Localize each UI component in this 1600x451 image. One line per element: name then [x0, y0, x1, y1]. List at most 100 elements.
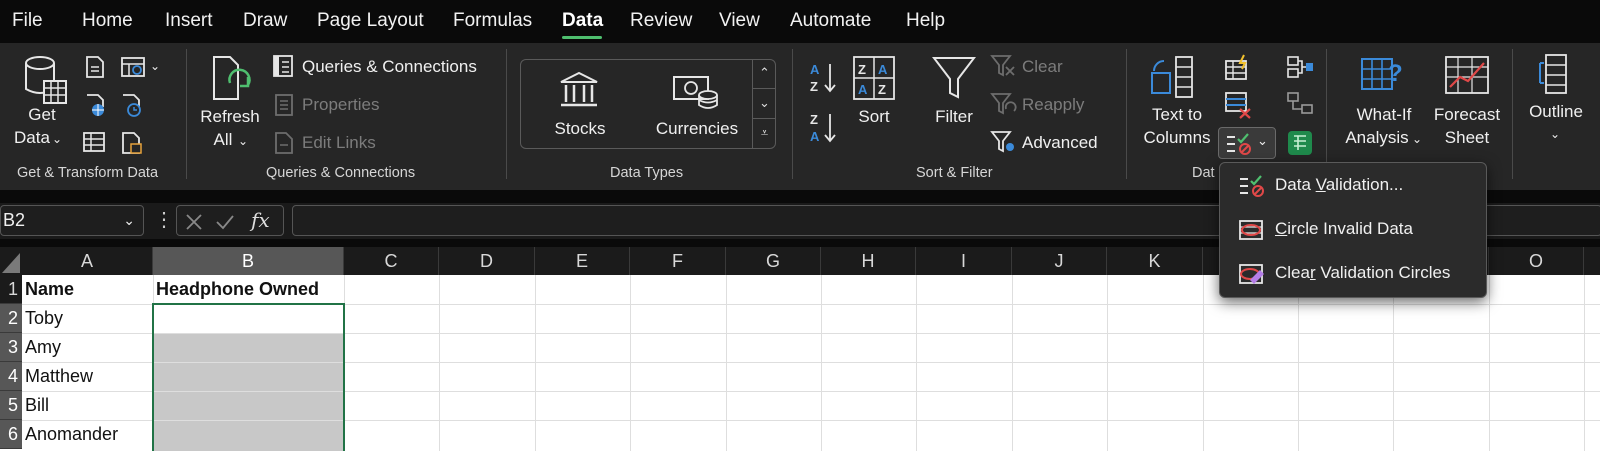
cell-a5[interactable]: Bill [22, 391, 49, 419]
sort-icon[interactable]: Z A A Z [852, 55, 896, 101]
from-table-icon[interactable] [82, 131, 106, 153]
column-header-e[interactable]: E [535, 247, 630, 275]
select-all-corner[interactable] [0, 247, 22, 275]
column-header-o[interactable]: O [1489, 247, 1584, 275]
remove-duplicates-icon[interactable] [1224, 91, 1252, 119]
row-header-6[interactable]: 6 [0, 420, 22, 449]
cell-b1[interactable]: Headphone Owned [153, 275, 319, 303]
menu-view[interactable]: View [719, 10, 760, 32]
text-to-columns-icon[interactable] [1150, 55, 1198, 99]
column-header-f[interactable]: F [630, 247, 726, 275]
advanced-filter-icon[interactable] [990, 129, 1018, 155]
database-icon[interactable] [22, 55, 70, 107]
existing-connections-icon[interactable] [120, 131, 144, 155]
gallery-scroll-up[interactable]: ⌃ [752, 59, 776, 89]
chevron-down-icon[interactable]: ⌄ [1412, 128, 1422, 151]
from-text-icon[interactable] [84, 55, 106, 79]
menu-formulas[interactable]: Formulas [453, 10, 532, 32]
from-web-icon[interactable] [84, 93, 108, 117]
what-if-analysis-label-2[interactable]: Analysis [1342, 126, 1412, 149]
column-header-i[interactable]: I [916, 247, 1012, 275]
stocks-icon[interactable] [558, 70, 600, 110]
stocks-button[interactable]: Stocks [552, 117, 608, 140]
chevron-down-icon[interactable]: ⌄ [150, 55, 160, 78]
menu-item-circle-invalid-data[interactable]: Circle Invalid Data [1220, 211, 1486, 251]
name-box[interactable]: B2 ⌄ [0, 205, 144, 236]
refresh-all-label[interactable]: Refresh [200, 105, 260, 128]
column-header-g[interactable]: G [726, 247, 821, 275]
forecast-sheet-label-2[interactable]: Sheet [1444, 126, 1490, 149]
menu-home[interactable]: Home [82, 10, 133, 32]
queries-connections-button[interactable]: Queries & Connections [302, 55, 477, 78]
flash-fill-icon[interactable] [1224, 53, 1252, 81]
data-validation-button[interactable]: ⌄ [1218, 127, 1276, 159]
column-header-c[interactable]: C [344, 247, 439, 275]
menu-file[interactable]: File [12, 10, 43, 32]
relationships-icon[interactable] [1286, 91, 1314, 117]
recent-sources-icon[interactable] [120, 93, 144, 117]
refresh-all-label-2[interactable]: All [210, 128, 236, 151]
row-header-2[interactable]: 2 [0, 304, 22, 333]
menu-data[interactable]: Data [562, 10, 603, 32]
row-header-4[interactable]: 4 [0, 362, 22, 391]
outline-button[interactable]: Outline [1524, 100, 1588, 123]
cell-a3[interactable]: Amy [22, 333, 61, 361]
cancel-icon[interactable] [185, 213, 203, 231]
sort-a-z-icon[interactable]: A Z [808, 61, 838, 95]
cell-a4[interactable]: Matthew [22, 362, 93, 390]
sort-button[interactable]: Sort [852, 105, 896, 128]
gallery-more[interactable]: ⩡ [752, 119, 776, 149]
menu-automate[interactable]: Automate [790, 10, 871, 32]
menu-insert[interactable]: Insert [165, 10, 213, 32]
column-header-j[interactable]: J [1012, 247, 1107, 275]
chevron-down-icon[interactable]: ⌄ [1257, 133, 1268, 149]
insert-function-icon[interactable]: fx [251, 208, 270, 232]
cell-a1[interactable]: Name [22, 275, 74, 303]
advanced-button[interactable]: Advanced [1022, 131, 1098, 154]
menu-item-data-validation[interactable]: Data Validation... [1220, 167, 1486, 207]
outline-icon[interactable] [1536, 53, 1576, 95]
refresh-icon[interactable] [208, 55, 254, 105]
chevron-down-icon[interactable]: ⌄ [52, 128, 62, 151]
menu-draw[interactable]: Draw [243, 10, 287, 32]
column-header-a[interactable]: A [22, 247, 153, 275]
text-to-columns-label-2[interactable]: Columns [1140, 126, 1214, 149]
forecast-sheet-label[interactable]: Forecast [1432, 103, 1502, 126]
get-data-label[interactable]: Get [20, 103, 64, 126]
text-to-columns-label[interactable]: Text to [1146, 103, 1208, 126]
filter-button[interactable]: Filter [926, 105, 982, 128]
queries-connections-icon[interactable] [272, 54, 294, 78]
data-model-icon[interactable] [1286, 129, 1314, 157]
menu-item-clear-validation-circles[interactable]: Clear Validation Circles [1220, 255, 1486, 295]
enter-icon[interactable] [215, 213, 235, 231]
gallery-scroll-down[interactable]: ⌄ [752, 89, 776, 119]
row-header-1[interactable]: 1 [0, 275, 22, 304]
recent-sources-table-icon[interactable] [120, 55, 146, 79]
get-data-label-2[interactable]: Data [14, 126, 50, 149]
cell-a2[interactable]: Toby [22, 304, 63, 332]
what-if-analysis-icon[interactable]: ? [1360, 55, 1406, 95]
row-header-5[interactable]: 5 [0, 391, 22, 420]
column-header-h[interactable]: H [821, 247, 916, 275]
sort-z-a-icon[interactable]: Z A [808, 111, 838, 145]
more-options-icon[interactable]: ⋮ [154, 207, 174, 232]
cell-a6[interactable]: Anomander [22, 420, 118, 448]
what-if-analysis-label[interactable]: What-If [1350, 103, 1418, 126]
column-header-k[interactable]: K [1107, 247, 1203, 275]
menu-review[interactable]: Review [630, 10, 692, 32]
gridline [1012, 275, 1013, 451]
currencies-icon[interactable] [672, 71, 720, 111]
forecast-sheet-icon[interactable] [1444, 55, 1490, 95]
group-label-sort-filter: Sort & Filter [916, 165, 993, 181]
chevron-down-icon[interactable]: ⌄ [1550, 123, 1560, 146]
row-header-3[interactable]: 3 [0, 333, 22, 362]
menu-help[interactable]: Help [906, 10, 945, 32]
chevron-down-icon[interactable]: ⌄ [238, 130, 248, 153]
currencies-button[interactable]: Currencies [652, 117, 742, 140]
consolidate-icon[interactable] [1286, 53, 1314, 79]
chevron-down-icon[interactable]: ⌄ [123, 206, 135, 235]
menu-page-layout[interactable]: Page Layout [317, 10, 424, 32]
column-header-b[interactable]: B [153, 247, 344, 275]
filter-icon[interactable] [932, 55, 976, 101]
column-header-d[interactable]: D [439, 247, 535, 275]
